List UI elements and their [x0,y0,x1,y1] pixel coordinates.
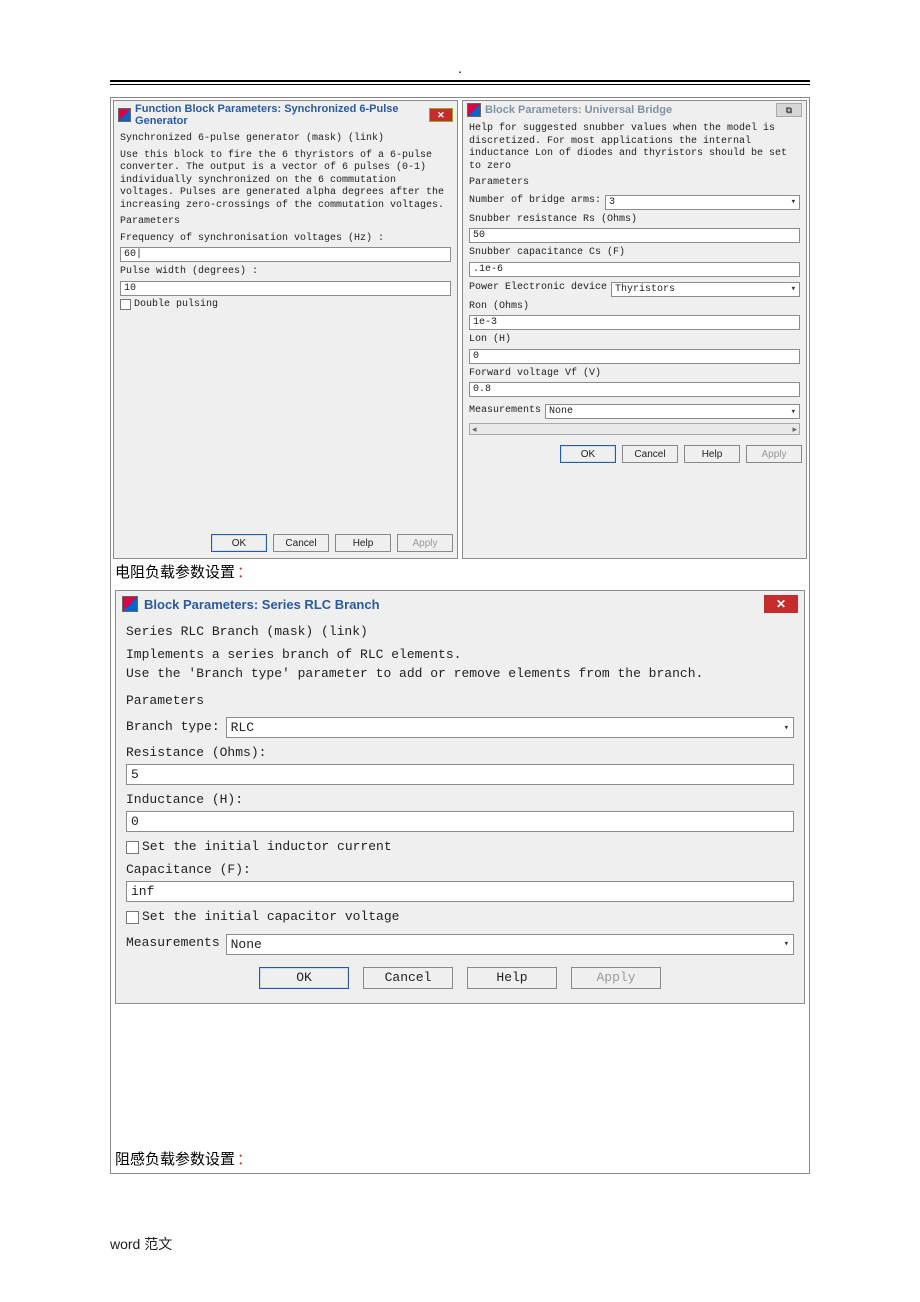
set-inductor-label: Set the initial inductor current [142,838,392,857]
dialog-ub-titlebar[interactable]: Block Parameters: Universal Bridge ⧉ [463,101,806,119]
page-footer: word 范文 [110,1234,810,1254]
dialog-rlc-titlebar[interactable]: Block Parameters: Series RLC Branch ✕ [116,591,804,617]
checkbox-icon [120,299,131,310]
apply-button[interactable]: Apply [397,534,453,552]
chevron-down-icon: ▾ [791,284,796,294]
branchtype-value: RLC [231,720,254,735]
parameters-label: Parameters [120,216,451,229]
parameters-label: Parameters [469,177,800,190]
h-scrollbar[interactable]: ◂▸ [469,423,800,435]
dialog-universal-bridge: Block Parameters: Universal Bridge ⧉ Hel… [462,100,807,559]
bridgearms-label: Number of bridge arms: [469,195,601,208]
dialog-rlc-heading: Series RLC Branch (mask) (link) [126,623,794,642]
chevron-down-icon: ▾ [791,197,796,207]
help-button[interactable]: Help [684,445,740,463]
ped-select[interactable]: Thyristors ▾ [611,282,800,297]
apply-button[interactable]: Apply [571,967,661,989]
branchtype-select[interactable]: RLC ▾ [226,717,794,738]
dialog-6pulse: Function Block Parameters: Synchronized … [113,100,458,559]
dialog-rlc: Block Parameters: Series RLC Branch ✕ Se… [115,590,805,1004]
bridgearms-value: 3 [609,197,615,208]
dialog-rlc-title: Block Parameters: Series RLC Branch [144,597,380,612]
content-frame: Function Block Parameters: Synchronized … [110,97,810,1174]
set-capacitor-checkbox[interactable]: Set the initial capacitor voltage [126,908,794,927]
close-icon[interactable]: ✕ [764,595,798,613]
vf-label: Forward voltage Vf (V) [469,368,800,381]
close-icon[interactable]: ⧉ [776,103,802,117]
ron-label: Ron (Ohms) [469,301,800,314]
set-inductor-checkbox[interactable]: Set the initial inductor current [126,838,794,857]
simulink-icon [118,108,131,122]
apply-button[interactable]: Apply [746,445,802,463]
dialog-6pulse-title: Function Block Parameters: Synchronized … [135,103,429,127]
caption-resistive-load: 电阻负载参数设置： [115,561,805,582]
c-label: Capacitance (F): [126,861,794,880]
cs-label: Snubber capacitance Cs (F) [469,247,800,260]
bridgearms-select[interactable]: 3 ▾ [605,195,800,210]
branchtype-label: Branch type: [126,718,220,737]
checkbox-icon [126,911,139,924]
cancel-button[interactable]: Cancel [273,534,329,552]
ok-button[interactable]: OK [211,534,267,552]
double-pulsing-label: Double pulsing [134,299,218,312]
cs-input[interactable]: .1e-6 [469,262,800,277]
freq-label: Frequency of synchronisation voltages (H… [120,233,451,246]
lon-label: Lon (H) [469,334,800,347]
meas-select[interactable]: None ▾ [545,404,800,419]
parameters-label: Parameters [126,692,794,711]
meas-select[interactable]: None ▾ [226,934,794,955]
chevron-down-icon: ▾ [784,723,789,733]
rs-label: Snubber resistance Rs (Ohms) [469,214,800,227]
simulink-icon [122,596,138,612]
help-button[interactable]: Help [467,967,557,989]
dialog-rlc-desc: Implements a series branch of RLC elemen… [126,646,794,684]
cancel-button[interactable]: Cancel [363,967,453,989]
meas-value: None [549,406,573,417]
c-input[interactable]: inf [126,881,794,902]
pw-input[interactable]: 10 [120,281,451,296]
simulink-icon [467,103,481,117]
r-label: Resistance (Ohms): [126,744,794,763]
ped-value: Thyristors [615,284,675,295]
ok-button[interactable]: OK [560,445,616,463]
freq-input[interactable]: 60| [120,247,451,262]
rs-input[interactable]: 50 [469,228,800,243]
checkbox-icon [126,841,139,854]
r-input[interactable]: 5 [126,764,794,785]
ok-button[interactable]: OK [259,967,349,989]
help-button[interactable]: Help [335,534,391,552]
ron-input[interactable]: 1e-3 [469,315,800,330]
chevron-down-icon: ▾ [791,407,796,417]
caption-rl-load: 阻感负载参数设置： [115,1148,805,1169]
ped-label: Power Electronic device [469,282,607,295]
set-capacitor-label: Set the initial capacitor voltage [142,908,399,927]
dialog-6pulse-titlebar[interactable]: Function Block Parameters: Synchronized … [114,101,457,129]
close-icon[interactable]: ✕ [429,108,453,122]
meas-label: Measurements [469,405,541,418]
chevron-down-icon: ▾ [784,939,789,949]
dialog-ub-title: Block Parameters: Universal Bridge [485,104,672,116]
cancel-button[interactable]: Cancel [622,445,678,463]
lon-input[interactable]: 0 [469,349,800,364]
dialog-ub-desc: Help for suggested snubber values when t… [469,123,800,173]
meas-label: Measurements [126,934,220,953]
l-input[interactable]: 0 [126,811,794,832]
meas-value: None [231,937,262,952]
pw-label: Pulse width (degrees) : [120,266,451,279]
header-rule-2 [110,84,810,85]
dialog-6pulse-heading: Synchronized 6-pulse generator (mask) (l… [120,133,451,146]
vf-input[interactable]: 0.8 [469,382,800,397]
dialog-6pulse-desc: Use this block to fire the 6 thyristors … [120,150,451,213]
header-dot: . [110,60,810,76]
l-label: Inductance (H): [126,791,794,810]
double-pulsing-checkbox[interactable]: Double pulsing [120,299,451,312]
